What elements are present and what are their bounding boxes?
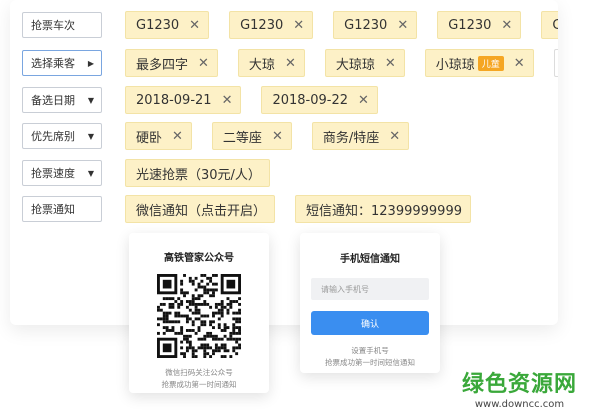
row-label-text: 优先席别	[31, 130, 75, 143]
tag-text: 光速抢票（30元/人）	[136, 167, 261, 183]
close-icon[interactable]: ✕	[189, 18, 200, 33]
selection-tag[interactable]: 短信通知：12399999999	[295, 195, 471, 223]
row-label-button[interactable]: 抢票车次	[22, 12, 102, 38]
close-icon[interactable]: ✕	[285, 56, 296, 71]
tag-list: 最多四字 ✕ 大琼 ✕ 大琼琼 ✕ 小琼琼儿童 ✕ 添加儿童	[125, 49, 558, 77]
close-icon[interactable]: ✕	[358, 93, 369, 108]
tag-list: 硬卧 ✕ 二等座 ✕ 商务/特座 ✕	[125, 122, 429, 150]
tag-list: 2018-09-21 ✕ 2018-09-22 ✕	[125, 86, 398, 114]
caret-down-icon: ▼	[87, 131, 94, 141]
settings-row: 抢票通知 微信通知（点击开启） 短信通知：12399999999	[22, 195, 491, 223]
close-icon[interactable]: ✕	[172, 129, 183, 144]
tag-text: 硬卧	[136, 130, 163, 146]
row-label-button[interactable]: 备选日期 ▼	[22, 87, 102, 113]
tag-text: 微信通知（点击开启）	[136, 203, 267, 219]
selection-tag[interactable]: G1230 ✕	[333, 11, 418, 39]
close-icon[interactable]: ✕	[293, 18, 304, 33]
add-child-button[interactable]: 添加儿童	[553, 49, 558, 77]
settings-row: 选择乘客 ▶ 最多四字 ✕ 大琼 ✕ 大琼琼 ✕ 小琼琼儿童 ✕ 添加儿童	[22, 49, 558, 77]
selection-tag[interactable]: 商务/特座 ✕	[311, 122, 410, 150]
watermark-url: www.downcc.com	[474, 399, 565, 410]
caret-right-icon: ▶	[87, 58, 94, 68]
wechat-card-title: 高铁管家公众号	[164, 253, 234, 264]
selection-tag[interactable]: 最多四字 ✕	[125, 49, 218, 77]
tag-text: 2018-09-22	[272, 92, 349, 108]
tag-list: G1230✕G1230✕G1230✕G1230✕G1230✕	[125, 11, 558, 39]
tag-text: G1230	[448, 17, 492, 33]
tag-text: 商务/特座	[322, 130, 380, 146]
tag-text: 大琼	[248, 57, 275, 73]
selection-tag[interactable]: G1230 ✕	[229, 11, 314, 39]
tag-list: 微信通知（点击开启） 短信通知：12399999999	[125, 195, 491, 223]
selection-tag[interactable]: G1230✕	[541, 11, 558, 39]
close-icon[interactable]: ✕	[198, 56, 209, 71]
wechat-note-2: 抢票成功第一时间通知	[161, 380, 237, 389]
tag-text: G1230	[136, 17, 180, 33]
row-label-button[interactable]: 选择乘客 ▶	[22, 50, 102, 76]
row-label-button[interactable]: 抢票通知	[22, 196, 102, 222]
close-icon[interactable]: ✕	[222, 93, 233, 108]
ticket-grab-panel: 抢票车次 G1230 ✕ G1230 ✕ G1230 ✕ G1230 ✕ G1230 ✕ 选择乘客 ▶ 最…	[10, 0, 558, 325]
close-icon[interactable]: ✕	[501, 18, 512, 33]
settings-row: 抢票车次G1230✕G1230✕G1230✕G1230✕G1230✕	[22, 11, 558, 39]
tag-text: G1230	[240, 17, 284, 33]
tag-text: 二等座	[222, 130, 262, 146]
row-label-button[interactable]: 优先席别 ▼	[22, 123, 102, 149]
sms-card-title: 手机短信通知	[340, 254, 400, 265]
row-label-text: 选择乘客	[31, 57, 75, 70]
tag-list: 光速抢票（30元/人）	[125, 159, 290, 187]
sms-note-2: 抢票成功第一时间短信通知	[325, 358, 415, 367]
child-badge: 儿童	[477, 55, 504, 71]
row-label-text: 备选日期	[31, 94, 75, 107]
close-icon[interactable]: ✕	[389, 129, 400, 144]
selection-tag[interactable]: 硬卧 ✕	[125, 122, 192, 150]
tag-text: 大琼琼	[335, 57, 375, 73]
phone-input[interactable]: 请输入手机号	[311, 278, 429, 300]
close-icon[interactable]: ✕	[272, 129, 283, 144]
selection-tag[interactable]: 二等座 ✕	[211, 122, 292, 150]
row-label-text: 抢票速度	[31, 167, 75, 180]
row-label-text: 抢票通知	[31, 203, 75, 216]
confirm-button[interactable]: 确认	[311, 311, 429, 335]
selection-tag[interactable]: G1230 ✕	[125, 11, 210, 39]
selection-tag[interactable]: 光速抢票（30元/人）	[125, 159, 270, 187]
tag-text: 最多四字	[136, 57, 189, 73]
tag-text: G1230	[344, 17, 388, 33]
row-label-button[interactable]: 抢票速度 ▼	[22, 160, 102, 186]
close-icon[interactable]: ✕	[514, 56, 525, 71]
caret-down-icon: ▼	[87, 168, 94, 178]
close-icon[interactable]: ✕	[397, 18, 408, 33]
selection-tag[interactable]: 大琼琼 ✕	[324, 49, 405, 77]
caret-down-icon: ▼	[87, 95, 94, 105]
tag-text: 2018-09-21	[136, 92, 212, 108]
sms-note-1: 设置手机号	[351, 346, 389, 355]
tag-text: 小琼琼	[435, 57, 475, 73]
selection-tag[interactable]: 大琼 ✕	[237, 49, 305, 77]
selection-tag[interactable]: 2018-09-21 ✕	[125, 86, 242, 114]
tag-text: 短信通知：12399999999	[306, 203, 462, 219]
close-icon[interactable]: ✕	[385, 56, 396, 71]
selection-tag[interactable]: 小琼琼 儿童 ✕	[424, 49, 534, 77]
settings-row: 备选日期 ▼ 2018-09-21 ✕ 2018-09-22 ✕	[22, 86, 398, 114]
selection-tag[interactable]: G1230 ✕	[437, 11, 522, 39]
sms-card: 手机短信通知 请输入手机号 确认 设置手机号 抢票成功第一时间短信通知	[300, 233, 440, 373]
selection-tag[interactable]: 微信通知（点击开启）	[125, 195, 276, 223]
tag-text: G1230	[552, 17, 558, 33]
selection-tag[interactable]: 2018-09-22 ✕	[261, 86, 378, 114]
wechat-card: 高铁管家公众号 微信扫码关注公众号 抢票成功第一时间通知	[129, 233, 269, 393]
watermark-text: 绿色资源网	[462, 372, 578, 397]
settings-row: 抢票速度 ▼ 光速抢票（30元/人）	[22, 159, 290, 187]
row-label-text: 抢票车次	[31, 19, 75, 32]
wechat-note-1: 微信扫码关注公众号	[165, 368, 233, 377]
settings-row: 优先席别 ▼ 硬卧 ✕ 二等座 ✕ 商务/特座 ✕	[22, 122, 429, 150]
watermark: 绿色资源网 www.downcc.com	[462, 366, 577, 410]
qr-code	[157, 274, 241, 358]
